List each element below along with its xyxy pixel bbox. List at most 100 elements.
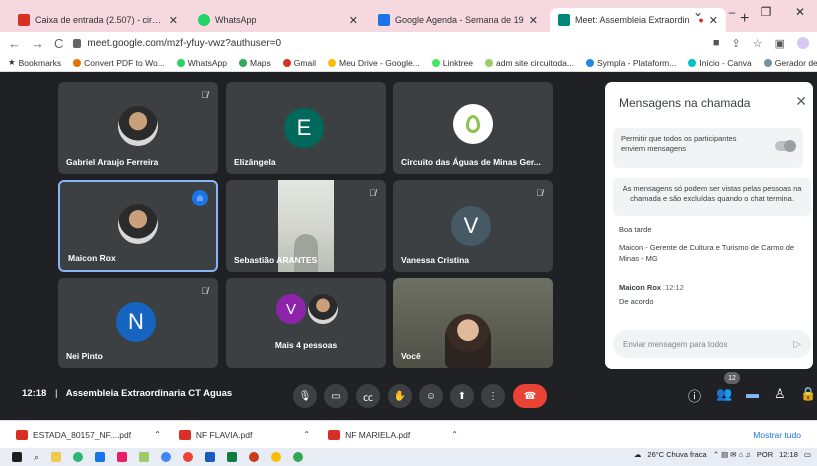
participant-tile-sebastiao[interactable]: 🎙̸ Sebastião ARANTES [226,180,386,272]
forward-icon[interactable]: → [31,36,44,51]
raise-hand-button[interactable]: ✋ [388,384,412,408]
restore-icon[interactable]: ❐ [749,5,783,19]
bookmark-item[interactable]: ★ Bookmarks [8,57,61,68]
chat-panel: Mensagens na chamada ✕ Permitir que todo… [605,82,813,369]
language-indicator[interactable]: POR [757,450,773,459]
present-button[interactable]: ⬆ [450,384,474,408]
tray-icons[interactable]: ⌃ ▤ ✉ ⌂ ♫ [713,450,751,459]
tab-title: Google Agenda - Semana de 19 [395,15,524,25]
captions-button[interactable]: ㏄ [356,384,380,408]
self-video-person [445,314,491,368]
host-controls-icon[interactable]: 🔒 [800,386,816,402]
word-icon[interactable] [205,452,216,462]
store-icon[interactable] [95,452,106,462]
search-icon[interactable]: ⌕ [34,452,39,463]
allow-messages-toggle[interactable] [775,140,796,152]
share-icon[interactable]: ⇪ [732,37,741,50]
participant-tile-self[interactable]: Você [393,278,553,368]
chevron-up-icon[interactable]: ⌃ [451,430,458,439]
chat-message-input[interactable] [623,339,794,349]
gmail-icon [282,58,291,67]
clock[interactable]: 12:18 [779,450,798,459]
bookmark-star-icon[interactable]: ☆ [753,37,763,50]
powerpoint-icon[interactable] [249,452,260,462]
bookmark-item[interactable]: WhatsApp [176,58,227,68]
calendar-icon [378,14,390,26]
chat-input-box: ▷ [613,330,811,358]
bookmark-item[interactable]: Gmail [282,58,316,68]
participant-tile-maicon[interactable]: ılı Maicon Rox [58,180,218,272]
url-bar[interactable]: meet.google.com/mzf-yfuy-vwz?authuser=0 [73,34,702,52]
browser-tab-whatsapp[interactable]: WhatsApp ✕ [190,8,366,32]
end-call-button[interactable]: ☎ [513,384,547,408]
download-item[interactable]: NF MARIELA.pdf ⌃ [328,429,458,440]
url-text: meet.google.com/mzf-yfuy-vwz?authuser=0 [87,37,282,49]
avatar: V [451,206,491,246]
chrome-profile-icon[interactable] [183,452,194,462]
minimize-icon[interactable]: – [715,5,749,19]
meeting-clock: 12:18 [22,388,47,399]
send-icon[interactable]: ▷ [793,339,801,350]
chrome-icon[interactable] [161,452,172,462]
browser-tab-gmail[interactable]: Caixa de entrada (2.507) - circuit ✕ [10,8,186,32]
browser-tab-calendar[interactable]: Google Agenda - Semana de 19 ✕ [370,8,546,32]
profile-avatar[interactable] [797,37,809,49]
close-icon[interactable]: ✕ [169,14,178,27]
bookmark-item[interactable]: Convert PDF to Wo... [73,58,165,68]
avatar: E [284,108,324,148]
bookmark-item[interactable]: Meu Drive - Google... [327,58,420,68]
download-item[interactable]: ESTADA_80157_NF....pdf ⌃ [16,429,161,440]
mic-off-icon: 🎙̸ [369,188,376,198]
chrome-icon-2[interactable] [271,452,282,462]
more-options-button[interactable]: ⋮ [481,384,505,408]
activities-icon[interactable]: ♙ [774,386,786,402]
people-icon[interactable]: 👥 [716,386,732,402]
back-icon[interactable]: ← [8,36,21,51]
extensions-icon[interactable]: ▣ [775,37,785,50]
info-icon[interactable]: ⓘ [688,386,701,405]
close-icon[interactable]: ✕ [795,93,807,110]
mic-toggle-button[interactable]: 🎙 [293,384,317,408]
bookmark-item[interactable]: Linktree [431,58,473,68]
windows-start-icon[interactable] [12,452,22,462]
tab-search-icon[interactable]: ⌄ [681,5,715,19]
whatsapp-icon [176,58,185,67]
weather-text[interactable]: 26°C Chuva fraca [647,450,706,459]
participant-tile-circuito[interactable]: Circuito das Águas de Minas Ger... [393,82,553,174]
browser-tab-strip: Caixa de entrada (2.507) - circuit ✕ Wha… [0,0,817,32]
star-icon: ★ [8,57,16,67]
audio-level-icon: ılı [192,190,208,206]
camera-indicator-icon[interactable]: ■ [713,37,720,49]
show-all-downloads-link[interactable]: Mostrar tudo [753,430,801,440]
camera-toggle-button[interactable]: ▭ [324,384,348,408]
chrome-icon-3[interactable] [293,452,304,462]
bookmark-item[interactable]: Maps [238,58,271,68]
participant-tile-gabriel[interactable]: 🎙̸ Gabriel Araujo Ferreira [58,82,218,174]
bookmark-item[interactable]: Início - Canva [688,58,752,68]
participant-tile-elizangela[interactable]: E Elizângela [226,82,386,174]
file-explorer-icon[interactable] [51,452,62,462]
participant-tile-more[interactable]: V Mais 4 pessoas [226,278,386,368]
close-icon[interactable]: ✕ [349,14,358,27]
mail-icon[interactable] [117,452,128,462]
close-window-icon[interactable]: ✕ [783,5,817,19]
download-item[interactable]: NF FLAVIA.pdf ⌃ [178,429,310,440]
reload-icon[interactable]: C [54,36,63,51]
chevron-up-icon[interactable]: ⌃ [303,430,310,439]
participant-name: Elizângela [234,157,276,167]
chat-icon[interactable]: ▬ [746,386,759,401]
bookmark-item[interactable]: Gerador de nuvem... [763,58,817,68]
photos-icon[interactable] [139,452,150,462]
notifications-icon[interactable]: ▭ [804,450,811,459]
gmail-icon [18,14,30,26]
reactions-button[interactable]: ☺ [419,384,443,408]
excel-icon[interactable] [227,452,238,462]
close-icon[interactable]: ✕ [529,14,538,27]
bookmark-item[interactable]: Sympla - Plataform... [585,58,676,68]
message-time: 12:12 [665,283,684,292]
participant-tile-vanessa[interactable]: 🎙̸ V Vanessa Cristina [393,180,553,272]
edge-icon[interactable] [73,452,84,462]
chevron-up-icon[interactable]: ⌃ [154,430,161,439]
bookmark-item[interactable]: adm site circuitoda... [485,58,574,68]
participant-tile-nei[interactable]: 🎙̸ N Nei Pinto [58,278,218,368]
